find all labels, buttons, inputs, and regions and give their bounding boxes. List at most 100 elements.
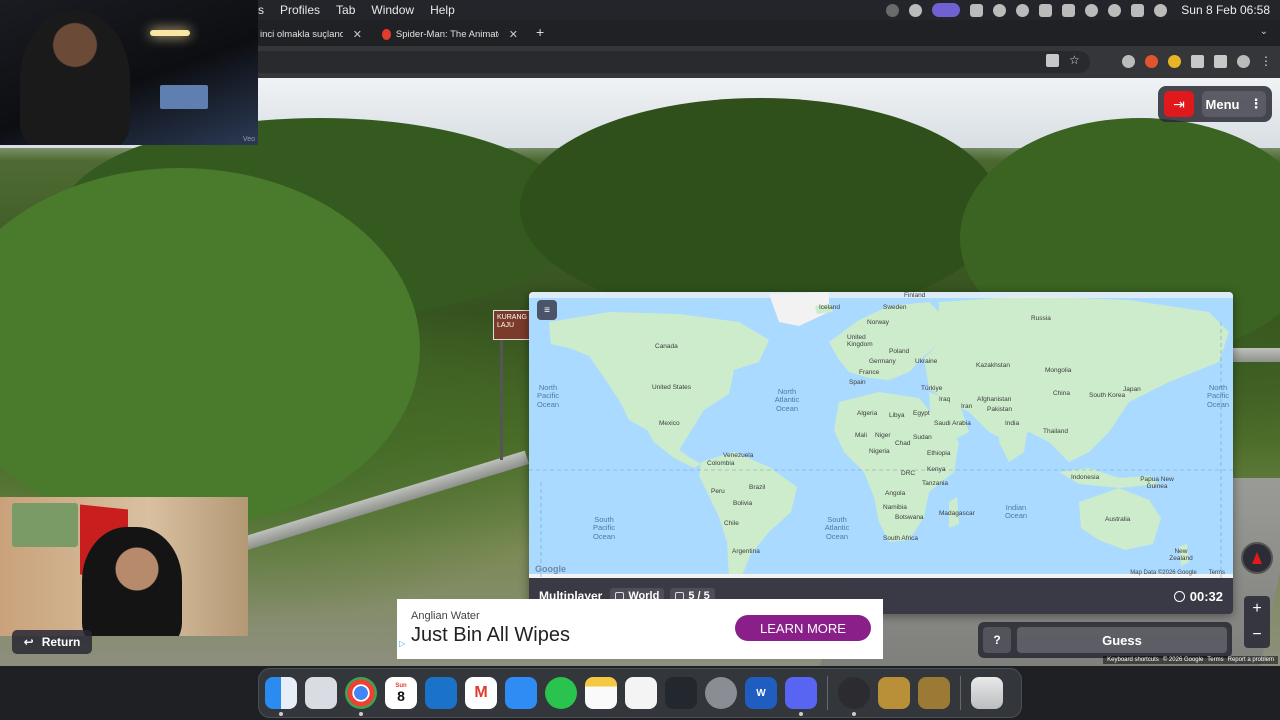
guess-map[interactable]: Finland Sweden Iceland Norway Russia Uni… [529, 292, 1233, 578]
key-icon[interactable] [1046, 54, 1059, 67]
copyright-text: © 2026 Google [1162, 657, 1204, 663]
tab-title: Spider-Man: The Animated Se [395, 28, 499, 40]
vpn-icon[interactable] [993, 3, 1007, 17]
map-label-country: Botswana [895, 514, 924, 521]
sign-post [500, 340, 503, 460]
menu-item-profiles[interactable]: Profiles [280, 3, 320, 17]
new-tab-button[interactable]: + [536, 24, 544, 40]
whatsapp-icon[interactable] [545, 677, 577, 709]
map-credits: Map Data ©2026 Google Terms [1130, 570, 1225, 576]
browser-menu-icon[interactable]: ⋮ [1260, 54, 1272, 68]
menu-item-help[interactable]: Help [430, 3, 455, 17]
map-label-country: Namibia [883, 504, 907, 511]
tab-search-icon[interactable]: ⌄ [1260, 26, 1268, 37]
mail-icon[interactable] [505, 677, 537, 709]
address-bar[interactable] [250, 51, 1090, 73]
system-settings-icon[interactable] [705, 677, 737, 709]
outlook-icon[interactable] [425, 677, 457, 709]
map-label-country: Iran [961, 403, 973, 410]
numbers-icon[interactable] [665, 677, 697, 709]
map-label-country: Angola [885, 490, 906, 497]
finder-icon[interactable] [265, 677, 297, 716]
map-label-country: Iraq [939, 396, 951, 403]
terms-link[interactable]: Terms [1207, 657, 1223, 663]
notes-icon[interactable] [585, 677, 617, 709]
map-label-country: Kazakhstan [976, 362, 1010, 369]
map-settings-button[interactable]: ≡ [537, 300, 557, 320]
tab-close-icon[interactable]: ✕ [509, 28, 518, 41]
keyboard-shortcuts-link[interactable]: Keyboard shortcuts [1107, 657, 1159, 663]
record-indicator-icon[interactable] [886, 3, 900, 17]
zoom-out-button[interactable]: − [1244, 622, 1270, 648]
menu-item-tab[interactable]: Tab [336, 3, 355, 17]
menu-button[interactable]: Menu ⋮ [1202, 91, 1266, 117]
guard-rail [1230, 348, 1280, 362]
obs-icon[interactable] [838, 677, 870, 716]
chrome-icon[interactable] [345, 677, 377, 716]
map-label-country: India [1005, 420, 1020, 427]
map-label-country: Mali [855, 432, 867, 439]
play-icon[interactable] [1016, 3, 1030, 17]
screen-share-icon[interactable] [932, 3, 961, 17]
wifi-icon[interactable] [1085, 3, 1099, 17]
reminders-icon[interactable] [625, 677, 657, 709]
map-label-ocean: South Atlantic Ocean [824, 515, 850, 541]
map-label-country: DRC [901, 470, 916, 477]
obs-status-icon[interactable] [909, 3, 923, 17]
map-label-country: France [859, 369, 880, 376]
map-label-country: Colombia [707, 460, 735, 467]
map-label-country: Afghanistan [977, 396, 1012, 403]
extensions-puzzle-icon[interactable] [1191, 54, 1204, 68]
extension-icon[interactable] [1168, 54, 1181, 68]
adchoices-icon[interactable]: ▷ [399, 639, 405, 648]
map-label-country: Poland [889, 348, 910, 355]
airpods-icon[interactable] [1039, 3, 1053, 17]
map-label-country: Indonesia [1071, 474, 1100, 481]
bookmark-star-icon[interactable]: ☆ [1069, 54, 1080, 67]
browser-tab[interactable]: Spider-Man: The Animated Se ✕ [374, 23, 526, 45]
compass[interactable] [1241, 542, 1273, 574]
map-label-country: Peru [711, 488, 725, 495]
league-icon-2[interactable] [918, 677, 950, 709]
ad-banner[interactable]: Anglian Water Just Bin All Wipes LEARN M… [397, 599, 883, 659]
timer-value: 00:32 [1189, 588, 1223, 604]
menu-item-app[interactable]: s [258, 3, 264, 17]
map-label-country: Norway [867, 319, 890, 326]
exit-game-button[interactable]: ⇥ [1164, 91, 1194, 117]
battery-icon[interactable] [1062, 3, 1076, 17]
map-label-country: Türkiye [921, 385, 943, 392]
control-center-icon[interactable] [1131, 3, 1145, 17]
extension-icon[interactable] [1122, 54, 1135, 68]
ad-cta-button[interactable]: LEARN MORE [735, 615, 871, 641]
street-view-footer: Keyboard shortcuts © 2026 Google Terms R… [1103, 656, 1278, 664]
compass-needle-icon [1252, 552, 1262, 564]
menu-item-window[interactable]: Window [371, 3, 414, 17]
calendar-icon[interactable]: Sun 8 [385, 677, 417, 709]
browser-tab[interactable]: inci olmakla suçlandım ✕ [252, 23, 370, 45]
forest-hill [520, 98, 1000, 318]
league-icon[interactable] [878, 677, 910, 709]
profile-avatar[interactable] [1237, 54, 1250, 68]
trash-icon[interactable] [971, 677, 1003, 709]
return-to-start-button[interactable]: ↩ Return [12, 630, 92, 654]
word-icon[interactable]: W [745, 677, 777, 709]
gmail-icon[interactable]: M [465, 677, 497, 709]
report-problem-link[interactable]: Report a problem [1228, 657, 1274, 663]
dock-separator [960, 676, 961, 710]
battery-saver-icon[interactable] [970, 3, 984, 17]
zoom-in-button[interactable]: + [1244, 596, 1270, 622]
guess-button[interactable]: Guess [1017, 627, 1227, 653]
timer-icon [1173, 590, 1185, 602]
discord-icon[interactable] [785, 677, 817, 716]
extension-icon[interactable] [1145, 54, 1158, 68]
siri-icon[interactable] [1154, 3, 1168, 17]
map-terms-link[interactable]: Terms [1209, 570, 1225, 576]
app-menus: s Profiles Tab Window Help [258, 3, 455, 17]
help-button[interactable]: ? [983, 627, 1011, 653]
car-display [160, 85, 208, 109]
tab-close-icon[interactable]: ✕ [353, 28, 362, 41]
media-controls-icon[interactable] [1214, 54, 1227, 68]
search-icon[interactable] [1108, 3, 1122, 17]
launchpad-icon[interactable] [305, 677, 337, 709]
menubar-clock[interactable]: Sun 8 Feb 06:58 [1181, 3, 1270, 17]
